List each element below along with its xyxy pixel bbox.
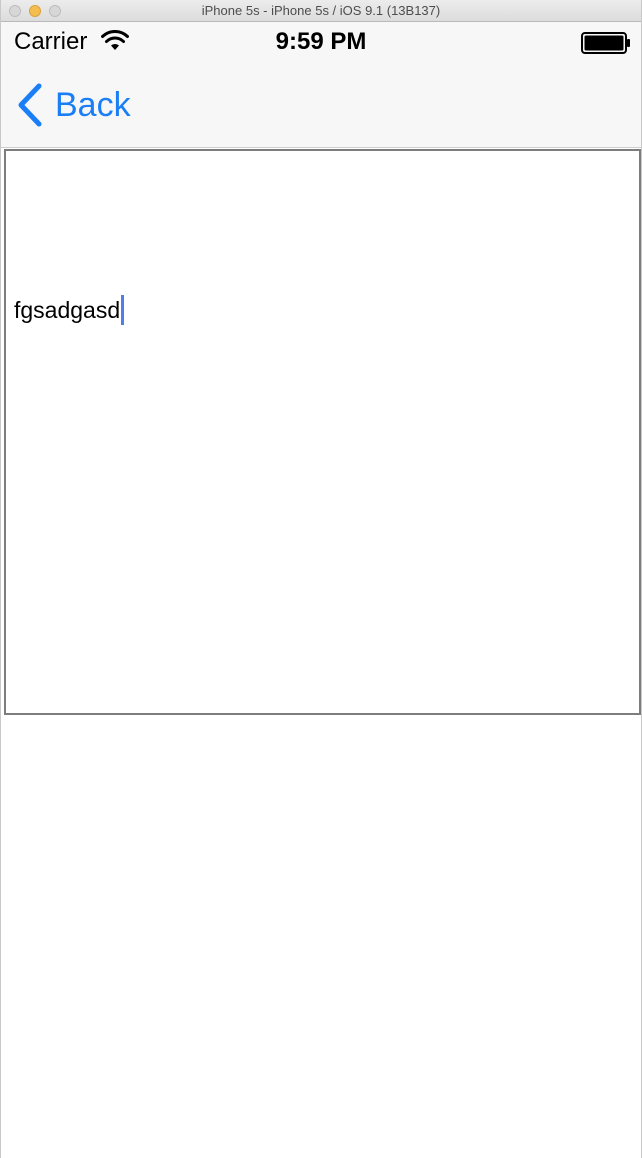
status-bar: Carrier 9:59 PM — [1, 22, 641, 62]
simulator-window: iPhone 5s - iPhone 5s / iOS 9.1 (13B137)… — [0, 0, 642, 1158]
chevron-left-icon — [18, 83, 42, 127]
battery-icon — [581, 32, 630, 54]
window-titlebar: iPhone 5s - iPhone 5s / iOS 9.1 (13B137) — [1, 0, 641, 22]
back-button-label: Back — [55, 85, 131, 124]
status-time: 9:59 PM — [275, 28, 367, 55]
text-view-content: fgsadgasd — [14, 295, 125, 325]
text-cursor — [121, 295, 125, 325]
navigation-bar: Back — [1, 62, 641, 148]
text-view-value: fgsadgasd — [14, 296, 121, 323]
text-view[interactable]: fgsadgasd — [4, 149, 641, 715]
window-title: iPhone 5s - iPhone 5s / iOS 9.1 (13B137) — [201, 3, 441, 18]
back-button[interactable]: Back — [15, 82, 131, 128]
